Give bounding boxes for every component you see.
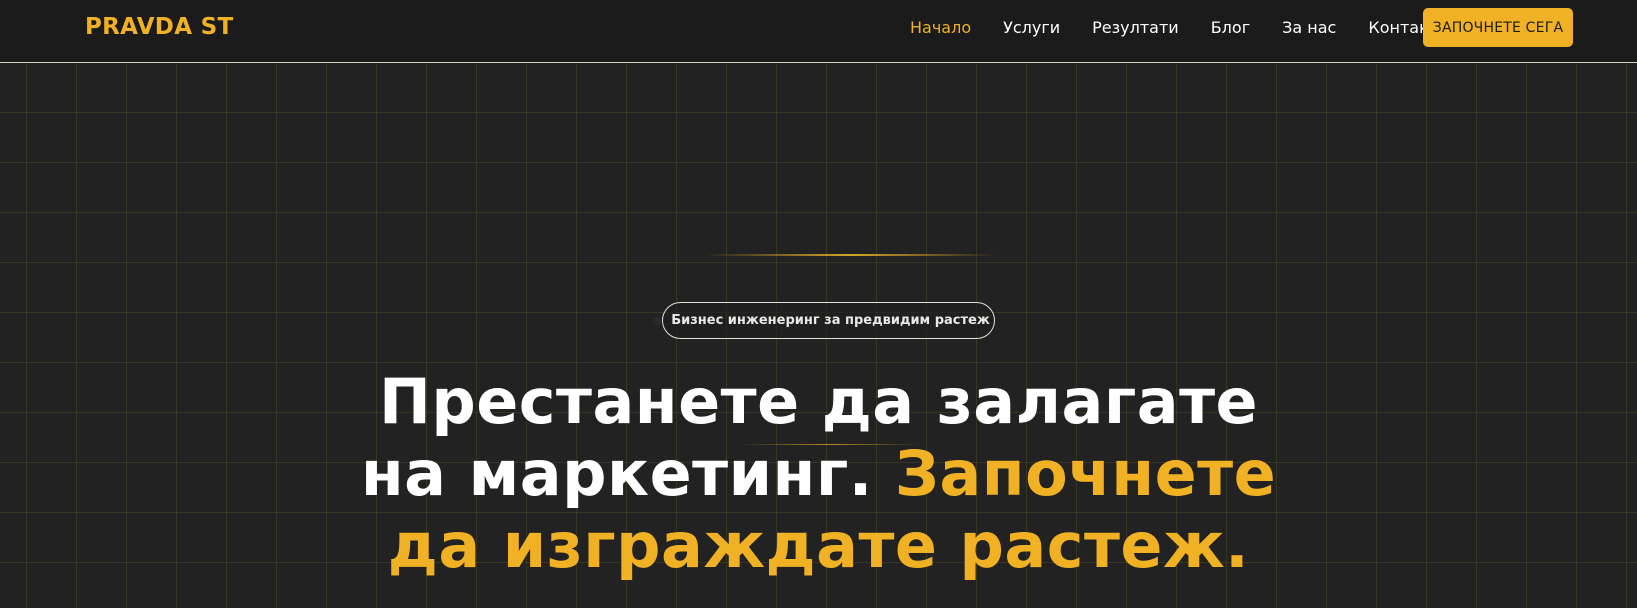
nav-item-blog[interactable]: Блог xyxy=(1211,18,1250,37)
start-now-button[interactable]: ЗАПОЧНЕТЕ СЕГА xyxy=(1423,8,1573,47)
hero-title-highlight-1: Започнете xyxy=(894,437,1277,510)
badge-dot-icon xyxy=(653,316,662,325)
hero-section: Бизнес инженеринг за предвидим растеж Пр… xyxy=(0,64,1637,608)
hero-title-highlight-2: да изграждате растеж. xyxy=(387,509,1250,582)
brand-logo[interactable]: PRAVDA ST xyxy=(85,14,233,40)
nav-item-about[interactable]: За нас xyxy=(1282,18,1336,37)
tagline-badge: Бизнес инженеринг за предвидим растеж xyxy=(653,302,995,339)
accent-divider xyxy=(705,254,997,256)
nav-item-home[interactable]: Начало xyxy=(910,18,971,37)
nav-item-results[interactable]: Резултати xyxy=(1092,18,1179,37)
hero-title-line1: Престанете да залагате xyxy=(378,365,1259,438)
nav-item-services[interactable]: Услуги xyxy=(1003,18,1060,37)
main-nav: Начало Услуги Резултати Блог За нас Конт… xyxy=(910,18,1480,37)
hero-title: Престанете да залагате на маркетинг. Зап… xyxy=(0,366,1637,582)
hero-title-line2: на маркетинг. xyxy=(360,437,895,510)
top-navbar: PRAVDA ST Начало Услуги Резултати Блог З… xyxy=(0,0,1637,63)
tagline-text: Бизнес инженеринг за предвидим растеж xyxy=(671,313,990,328)
